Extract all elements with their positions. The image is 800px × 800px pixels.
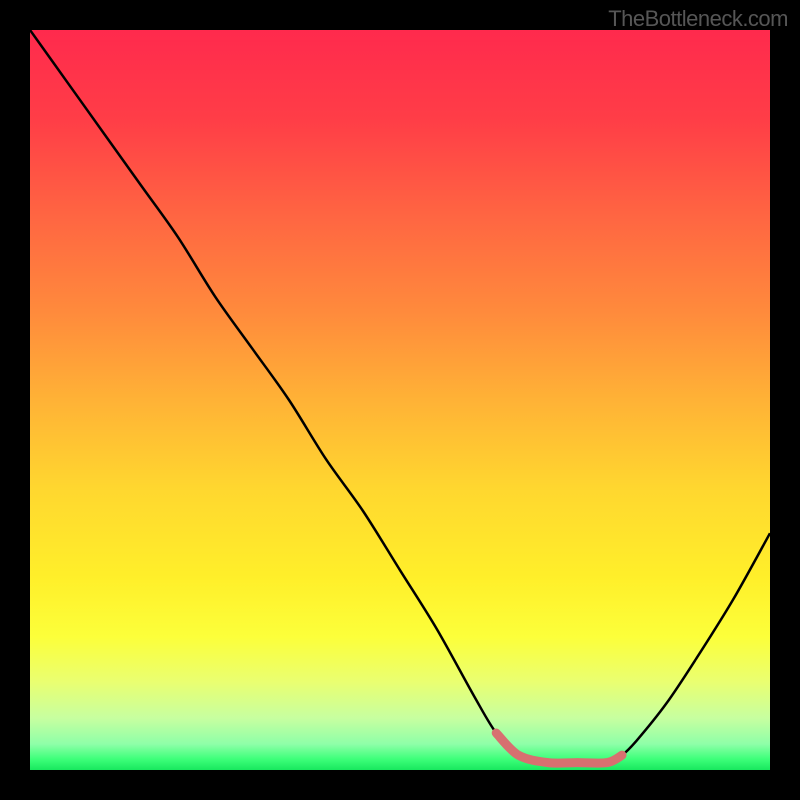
bottleneck-curve (30, 30, 770, 763)
highlight-segment (496, 733, 622, 763)
curve-layer (30, 30, 770, 770)
chart-container: TheBottleneck.com (0, 0, 800, 800)
watermark-text: TheBottleneck.com (608, 6, 788, 32)
plot-area (30, 30, 770, 770)
